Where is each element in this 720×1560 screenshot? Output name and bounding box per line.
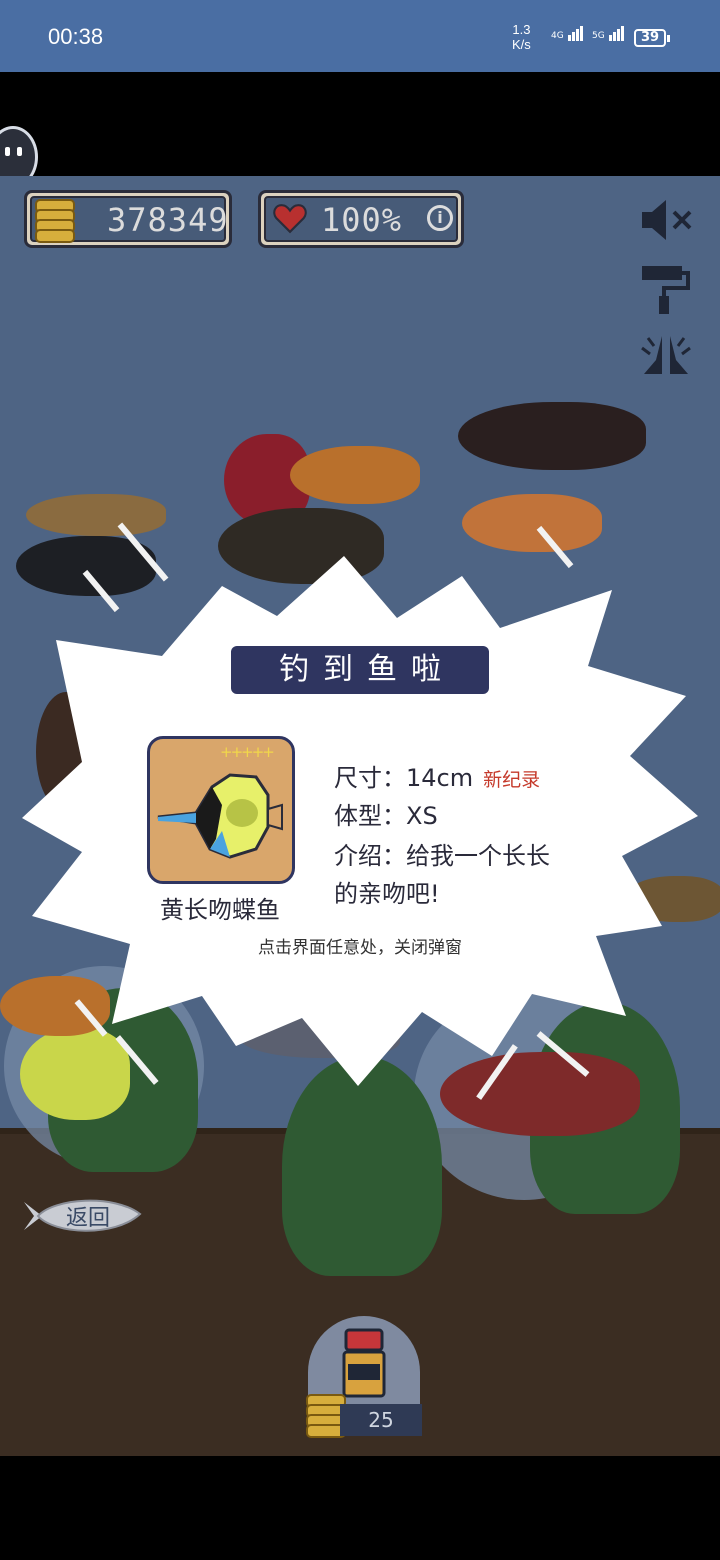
seaweed	[282, 1056, 442, 1276]
health-counter: 100% i	[258, 190, 464, 248]
pray-hands-icon[interactable]	[638, 330, 694, 386]
fish-mandarin[interactable]	[290, 446, 420, 504]
bottom-black-band	[0, 1456, 720, 1560]
fish-black-red-spotted[interactable]	[458, 402, 646, 470]
fish-brown-school[interactable]	[26, 494, 166, 536]
caught-fish-card: +++++	[147, 736, 295, 884]
close-popup-hint: 点击界面任意处，关闭弹窗	[258, 938, 462, 958]
clock: 00:38	[48, 24, 104, 49]
fish-type-row: 体型：XS	[334, 802, 438, 830]
yellow-butterflyfish-icon	[157, 773, 283, 859]
coins-value: 378349	[107, 201, 229, 239]
fish-intro-row-2: 的亲吻吧!	[334, 880, 440, 908]
top-black-band	[0, 72, 720, 176]
popup-title: 钓到鱼啦	[231, 646, 489, 694]
battery-icon: 39	[634, 29, 670, 47]
rarity-stars: +++++	[220, 743, 275, 761]
bait-cost: 25	[340, 1404, 422, 1436]
coins-counter: 378349	[24, 190, 232, 248]
back-button[interactable]: 返回	[24, 1194, 142, 1238]
network-speed: 1.3 K/s	[512, 22, 531, 52]
fish-mandarin-small[interactable]	[462, 494, 602, 552]
sound-muted-icon[interactable]	[638, 192, 694, 248]
status-bar: 00:38 1.3 K/s 4G 5G 39	[0, 0, 720, 72]
health-value: 100%	[321, 201, 403, 239]
new-record-badge: 新纪录	[483, 769, 541, 791]
heart-icon	[273, 204, 307, 234]
signal-4g-icon: 4G	[551, 26, 583, 46]
coin-stack-icon	[35, 199, 75, 243]
back-button-label: 返回	[66, 1206, 111, 1231]
caught-fish-name: 黄长吻蝶鱼	[160, 896, 280, 924]
fish-size-row: 尺寸：14cm 新纪录	[334, 764, 541, 792]
info-icon[interactable]: i	[427, 205, 453, 231]
signal-5g-icon: 5G	[592, 26, 624, 46]
fish-intro-row: 介绍：给我一个长长	[334, 842, 550, 870]
paint-roller-icon[interactable]	[638, 260, 694, 316]
bait-can-icon	[342, 1328, 386, 1398]
